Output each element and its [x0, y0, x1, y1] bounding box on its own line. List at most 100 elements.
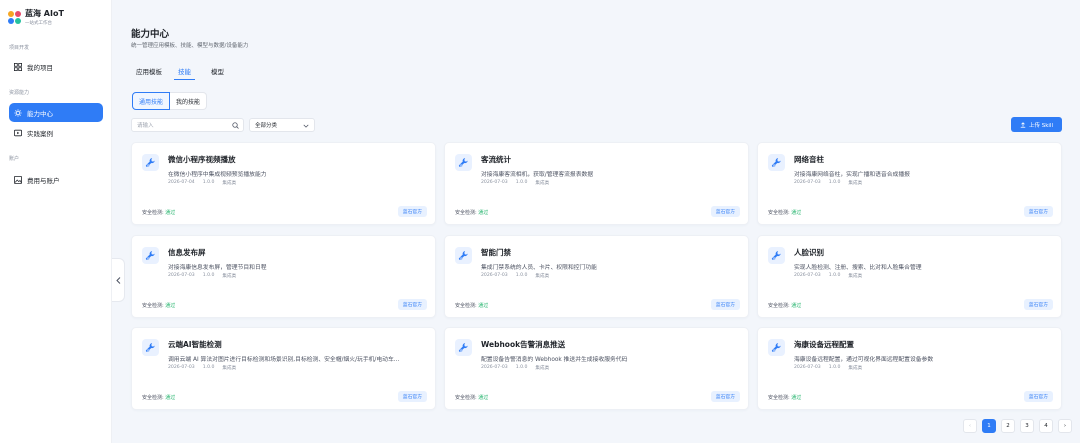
skill-type-switch: 通用技能 我的技能	[132, 92, 208, 110]
skill-title: 客流统计	[481, 155, 511, 164]
pagination: ‹ 1 2 3 4 ›	[958, 419, 1072, 433]
sidebar-item-my-projects[interactable]: 我的项目	[9, 57, 103, 76]
skill-title: 信息发布屏	[168, 248, 206, 257]
skill-meta: 2026-07-03 1.0.0 集成类	[794, 273, 870, 279]
wrench-icon	[455, 154, 472, 171]
official-badge: 蓝石官方	[1023, 206, 1053, 217]
skill-date: 2026-07-03	[168, 365, 195, 370]
main-content: 能力中心 统一管理应用模板、技能、模型与数据/设备能力 应用模板 技能 模型 通…	[114, 0, 1080, 443]
official-badge: 蓝石官方	[397, 206, 427, 217]
security-check-status: 通过	[791, 303, 802, 309]
skill-meta: 2026-07-03 1.0.0 集成类	[481, 180, 557, 186]
security-check: 安全检测: 通过	[142, 394, 175, 401]
security-check: 安全检测: 通过	[768, 302, 801, 309]
security-check-label: 安全检测:	[768, 210, 790, 216]
skill-version: 1.0.0	[515, 365, 528, 370]
skill-card[interactable]: 智能门禁 集成门禁系统的人员、卡片、权限和控门功能 2026-07-03 1.0.0 集…	[444, 235, 749, 318]
skill-title: 网络音柱	[794, 155, 824, 164]
security-check-label: 安全检测:	[142, 395, 164, 401]
category-select[interactable]: 全部分类	[249, 118, 315, 132]
security-check-label: 安全检测:	[142, 303, 164, 309]
security-check-label: 安全检测:	[142, 210, 164, 216]
skill-card[interactable]: 信息发布屏 对接海康信息发布屏，管理节目和日程 2026-07-03 1.0.0 集成类…	[131, 235, 436, 318]
search-icon	[232, 122, 239, 129]
security-check-label: 安全检测:	[455, 210, 477, 216]
skill-meta: 2026-07-03 1.0.0 集成类	[481, 273, 557, 279]
sidebar-item-capability-center[interactable]: 能力中心	[9, 103, 103, 122]
pagination-page-1[interactable]: 1	[982, 419, 996, 433]
skill-title: Webhook告警消息推送	[481, 340, 566, 349]
skill-date: 2026-07-03	[794, 180, 821, 185]
wrench-icon	[142, 339, 159, 356]
group-title-project: 项目开发	[9, 45, 30, 51]
group-title-account: 账户	[9, 156, 20, 162]
skill-title: 云端AI智能检测	[168, 340, 222, 349]
chevron-down-icon	[303, 124, 309, 128]
skill-card[interactable]: 网络音柱 对接海康网络音柱，实现广播和语音合成播报 2026-07-03 1.0.0 集…	[757, 142, 1062, 225]
skill-card[interactable]: 人脸识别 实现人脸检测、注册、搜索、比对和人脸集合管理 2026-07-03 1.0.…	[757, 235, 1062, 318]
skill-description: 集成门禁系统的人员、卡片、权限和控门功能	[481, 265, 597, 271]
skill-meta: 2026-07-03 1.0.0 集成类	[168, 273, 244, 279]
skill-description: 调用云端 AI 算法对图片进行目标检测和场景识别,目标检测、安全帽/烟火/玩手机…	[168, 357, 400, 363]
skill-card[interactable]: 微信小程序视频播放 在微信小程序中集成视频预览播放能力 2026-07-04 1.0.…	[131, 142, 436, 225]
security-check-label: 安全检测:	[768, 395, 790, 401]
tab-skills[interactable]: 技能	[174, 64, 195, 80]
skill-date: 2026-07-04	[168, 180, 195, 185]
sidebar-item-label: 我的项目	[27, 63, 53, 72]
security-check-status: 通过	[165, 210, 176, 216]
segment-my-skills[interactable]: 我的技能	[170, 92, 208, 110]
pagination-page-2[interactable]: 2	[1001, 419, 1015, 433]
sidebar-item-label: 能力中心	[27, 109, 53, 118]
sidebar-item-label: 费用与账户	[27, 176, 60, 185]
skill-card[interactable]: 海康设备远程配置 海康设备远程配置，通过可视化界面远程配置设备参数 2026-07-…	[757, 327, 1062, 410]
security-check: 安全检测: 通过	[768, 394, 801, 401]
security-check-status: 通过	[791, 395, 802, 401]
pagination-next-button[interactable]: ›	[1058, 419, 1072, 433]
skill-type: 集成类	[848, 181, 863, 186]
brand-name: 蓝海 AIoT	[25, 9, 64, 18]
skill-card[interactable]: 云端AI智能检测调用云端 AI 算法对图片进行目标检测和场景识别,目标检测、安全…	[131, 327, 436, 410]
skill-version: 1.0.0	[202, 180, 215, 185]
wrench-icon	[455, 339, 472, 356]
security-check-status: 通过	[478, 303, 489, 309]
skill-date: 2026-07-03	[794, 273, 821, 278]
upload-skill-button[interactable]: 上传 Skill	[1011, 117, 1062, 132]
security-check-status: 通过	[165, 395, 176, 401]
sidebar-item-practice-cases[interactable]: 实践案例	[9, 123, 103, 142]
play-icon	[14, 129, 22, 136]
skill-version: 1.0.0	[515, 180, 528, 185]
skill-title: 人脸识别	[794, 248, 824, 257]
group-title-resources: 资源能力	[9, 90, 30, 96]
skill-card[interactable]: 客流统计 对接海康客流相机，获取/管理客流报表数据 2026-07-03 1.0.0 集…	[444, 142, 749, 225]
sidebar-item-billing[interactable]: 费用与账户	[9, 170, 103, 189]
pagination-prev-button[interactable]: ‹	[963, 419, 977, 433]
skill-card[interactable]: Webhook告警消息推送 配置设备告警消息的 Webhook 推送并生成接收服务…	[444, 327, 749, 410]
security-check: 安全检测: 通过	[455, 209, 488, 216]
official-badge: 蓝石官方	[1023, 299, 1053, 310]
search-input[interactable]: 请输入	[131, 118, 244, 132]
skill-type: 集成类	[535, 181, 550, 186]
security-check-status: 通过	[478, 210, 489, 216]
skill-meta: 2026-07-03 1.0.0 集成类	[794, 365, 870, 371]
security-check-status: 通过	[791, 210, 802, 216]
official-badge: 蓝石官方	[1023, 391, 1053, 402]
skill-date: 2026-07-03	[794, 365, 821, 370]
gear-icon	[14, 108, 22, 117]
skill-version: 1.0.0	[515, 273, 528, 278]
tab-models[interactable]: 模型	[207, 64, 224, 80]
security-check: 安全检测: 通过	[455, 302, 488, 309]
pagination-page-3[interactable]: 3	[1020, 419, 1034, 433]
security-check-label: 安全检测:	[768, 303, 790, 309]
skill-version: 1.0.0	[828, 273, 841, 278]
brand-logo-icon	[8, 11, 22, 25]
skill-type: 集成类	[222, 274, 237, 279]
sidebar-item-label: 实践案例	[27, 129, 53, 138]
tab-app-templates[interactable]: 应用模板	[132, 64, 162, 80]
skill-description: 对接海康网络音柱，实现广播和语音合成播报	[794, 172, 910, 178]
segment-common-skills[interactable]: 通用技能	[132, 92, 171, 110]
pagination-page-4[interactable]: 4	[1039, 419, 1053, 433]
security-check: 安全检测: 通过	[455, 394, 488, 401]
official-badge: 蓝石官方	[397, 391, 427, 402]
official-badge: 蓝石官方	[710, 391, 740, 402]
image-icon	[14, 175, 22, 184]
